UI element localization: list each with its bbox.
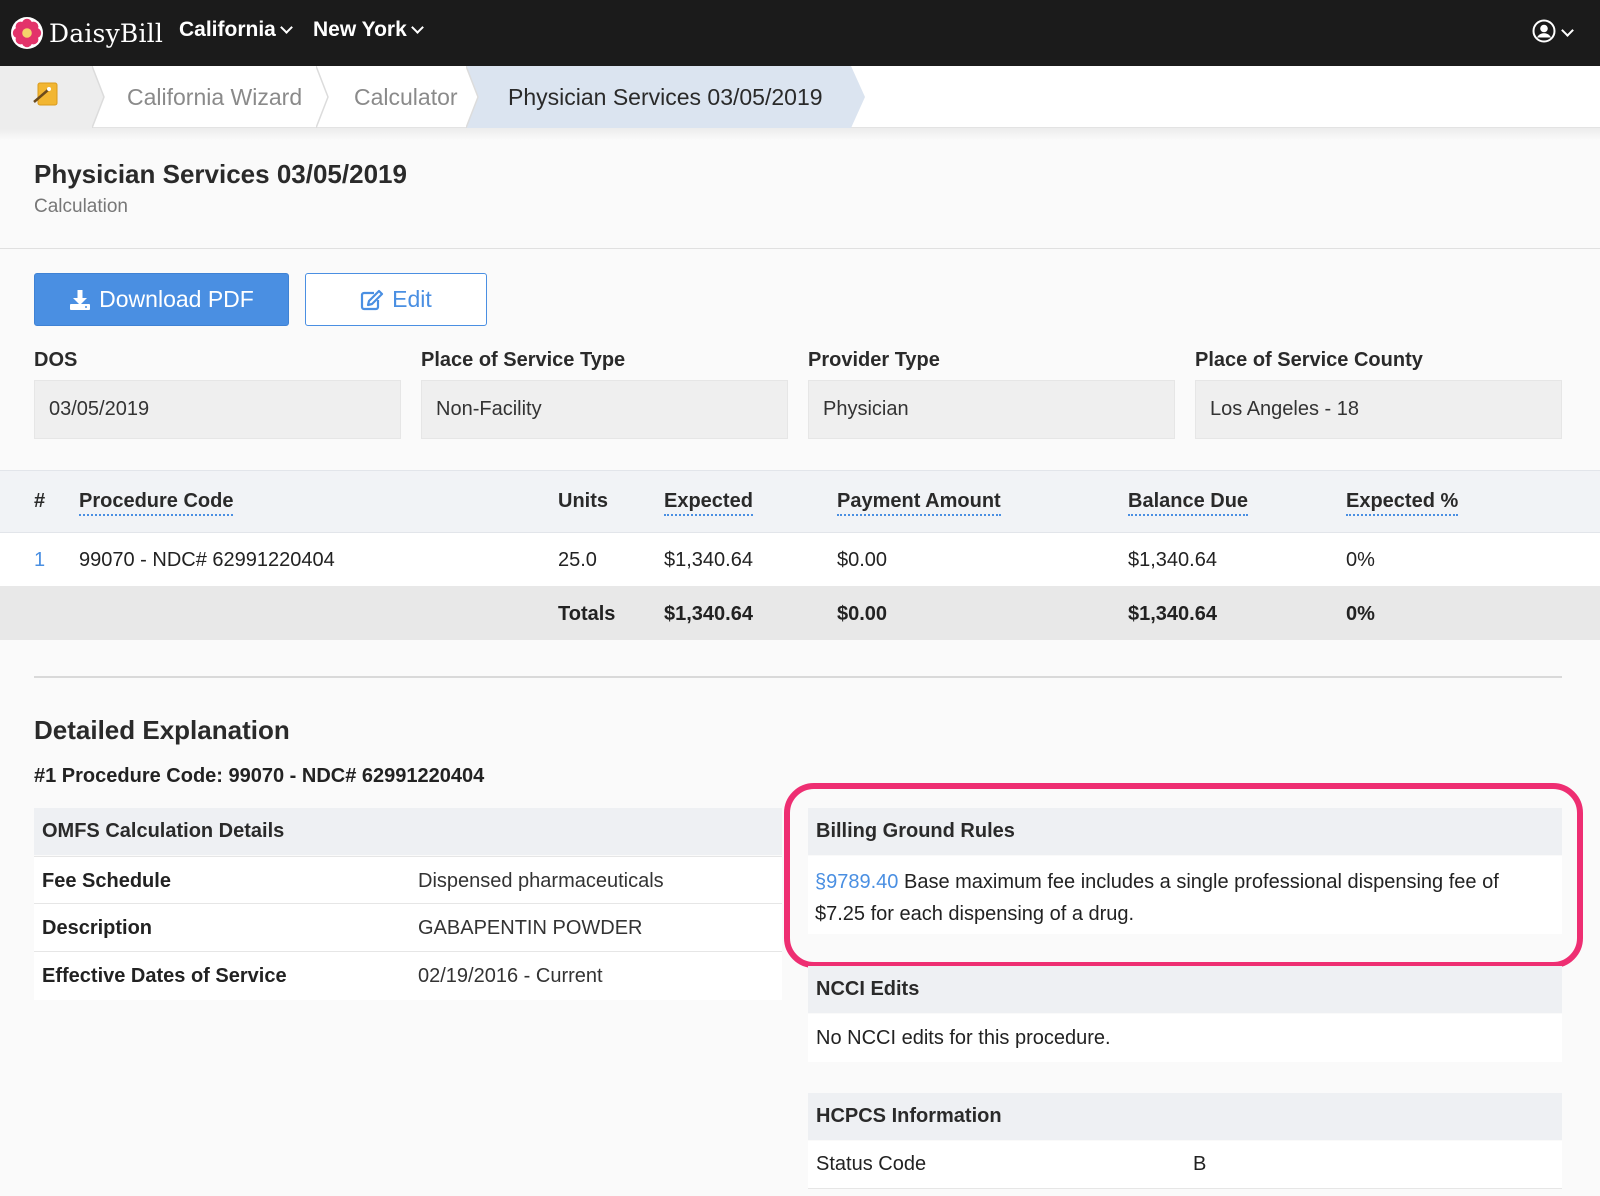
column-header-balance-due[interactable]: Balance Due bbox=[1128, 490, 1249, 516]
breadcrumb-physician-services[interactable]: Physician Services 03/05/2019 bbox=[480, 66, 851, 128]
edit-icon bbox=[361, 289, 384, 310]
row-balance-due: $1,340.64 bbox=[1128, 549, 1217, 571]
breadcrumb-label: Physician Services 03/05/2019 bbox=[508, 83, 823, 110]
nav-menu-label: New York bbox=[313, 18, 407, 41]
breadcrumb-separator bbox=[466, 66, 480, 128]
chevron-down-icon bbox=[1561, 24, 1574, 37]
highlight-outline bbox=[784, 783, 1583, 968]
ncci-edits-body: No NCCI edits for this procedure. bbox=[808, 1014, 1562, 1062]
provider-type-label: Provider Type bbox=[808, 349, 940, 371]
row-expected-percent: 0% bbox=[1346, 549, 1375, 571]
totals-payment-amount: $0.00 bbox=[837, 603, 888, 625]
nav-menu-california[interactable]: California bbox=[179, 18, 293, 42]
omfs-panel-heading: OMFS Calculation Details bbox=[34, 808, 782, 855]
totals-expected: $1,340.64 bbox=[664, 603, 753, 625]
edit-button[interactable]: Edit bbox=[305, 273, 487, 326]
dos-field: 03/05/2019 bbox=[34, 380, 401, 439]
brand-name: DaisyBill bbox=[49, 18, 164, 48]
omfs-row-description: Description GABAPENTIN POWDER bbox=[34, 904, 782, 952]
user-menu[interactable] bbox=[1532, 19, 1574, 48]
fee-schedule-value: Dispensed pharmaceuticals bbox=[418, 870, 664, 892]
nav-menu-new-york[interactable]: New York bbox=[313, 18, 424, 42]
column-header-expected-percent[interactable]: Expected % bbox=[1346, 490, 1459, 516]
ncci-edits-heading: NCCI Edits bbox=[808, 966, 1562, 1013]
status-code-key: Status Code bbox=[816, 1153, 927, 1175]
wizard-wand-icon bbox=[31, 79, 61, 115]
provider-type-field: Physician bbox=[808, 380, 1175, 439]
ncci-heading-text: NCCI Edits bbox=[816, 978, 920, 1000]
chevron-down-icon bbox=[410, 20, 424, 34]
place-of-service-county-label: Place of Service County bbox=[1195, 349, 1423, 371]
omfs-row-effective-dates: Effective Dates of Service 02/19/2016 - … bbox=[34, 952, 782, 1000]
column-header-procedure-code[interactable]: Procedure Code bbox=[79, 490, 234, 516]
column-header-units: Units bbox=[558, 490, 608, 512]
hcpcs-information-heading: HCPCS Information bbox=[808, 1093, 1562, 1140]
column-header-expected[interactable]: Expected bbox=[664, 490, 753, 516]
chevron-down-icon bbox=[279, 20, 293, 34]
column-header-number: # bbox=[34, 490, 46, 512]
totals-expected-percent: 0% bbox=[1346, 603, 1375, 625]
breadcrumb-arrow-tip bbox=[851, 66, 865, 128]
row-procedure-code: 99070 - NDC# 62991220404 bbox=[79, 549, 335, 571]
dos-label: DOS bbox=[34, 349, 78, 371]
omfs-row-fee-schedule: Fee Schedule Dispensed pharmaceuticals bbox=[34, 856, 782, 904]
daisy-logo-icon bbox=[10, 16, 44, 50]
place-of-service-county-field: Los Angeles - 18 bbox=[1195, 380, 1562, 439]
row-payment-amount: $0.00 bbox=[837, 549, 888, 571]
download-icon bbox=[70, 289, 91, 310]
page-title: Physician Services 03/05/2019 bbox=[34, 159, 407, 189]
top-navbar: DaisyBill California New York bbox=[0, 0, 1600, 66]
effective-dates-value: 02/19/2016 - Current bbox=[418, 965, 603, 987]
breadcrumb-california-wizard[interactable]: California Wizard bbox=[127, 66, 302, 128]
row-expected: $1,340.64 bbox=[664, 549, 753, 571]
divider bbox=[0, 248, 1600, 249]
procedure-code-heading: #1 Procedure Code: 99070 - NDC# 62991220… bbox=[34, 765, 485, 787]
place-of-service-type-value: Non-Facility bbox=[436, 398, 542, 420]
nav-menu-label: California bbox=[179, 18, 276, 41]
description-value: GABAPENTIN POWDER bbox=[418, 917, 643, 939]
omfs-heading-text: OMFS Calculation Details bbox=[42, 820, 285, 842]
page-subtitle: Calculation bbox=[34, 196, 128, 217]
place-of-service-type-field: Non-Facility bbox=[421, 380, 788, 439]
status-code-value: B bbox=[1193, 1153, 1207, 1175]
edit-label: Edit bbox=[392, 286, 432, 312]
hcpcs-row-status-code: Status Code B bbox=[808, 1141, 1562, 1189]
provider-type-value: Physician bbox=[823, 398, 909, 420]
fee-schedule-key: Fee Schedule bbox=[42, 870, 171, 892]
place-of-service-type-label: Place of Service Type bbox=[421, 349, 626, 371]
breadcrumb-separator bbox=[92, 66, 105, 128]
user-avatar-icon bbox=[1532, 19, 1556, 48]
row-number-link[interactable]: 1 bbox=[34, 549, 45, 572]
totals-balance-due: $1,340.64 bbox=[1128, 603, 1217, 625]
totals-label: Totals bbox=[558, 603, 616, 625]
breadcrumb-home[interactable] bbox=[0, 66, 92, 128]
breadcrumb-separator bbox=[316, 66, 329, 128]
divider bbox=[34, 676, 1562, 678]
column-header-payment-amount[interactable]: Payment Amount bbox=[837, 490, 1001, 516]
place-of-service-county-value: Los Angeles - 18 bbox=[1210, 398, 1359, 420]
dos-value: 03/05/2019 bbox=[49, 398, 150, 420]
breadcrumb-shadow bbox=[0, 128, 1600, 140]
detailed-explanation-title: Detailed Explanation bbox=[34, 715, 290, 745]
ncci-edits-text: No NCCI edits for this procedure. bbox=[816, 1027, 1111, 1049]
download-pdf-button[interactable]: Download PDF bbox=[34, 273, 289, 326]
row-units: 25.0 bbox=[558, 549, 597, 571]
breadcrumb-label: Calculator bbox=[354, 83, 458, 110]
effective-dates-key: Effective Dates of Service bbox=[42, 965, 287, 987]
hcpcs-heading-text: HCPCS Information bbox=[816, 1105, 1002, 1127]
breadcrumb-calculator[interactable]: Calculator bbox=[354, 66, 458, 128]
description-key: Description bbox=[42, 917, 153, 939]
download-pdf-label: Download PDF bbox=[99, 286, 254, 312]
brand-logo[interactable]: DaisyBill bbox=[10, 14, 163, 52]
breadcrumb-label: California Wizard bbox=[127, 83, 303, 110]
breadcrumb: California Wizard Calculator Physician S… bbox=[0, 66, 1600, 128]
